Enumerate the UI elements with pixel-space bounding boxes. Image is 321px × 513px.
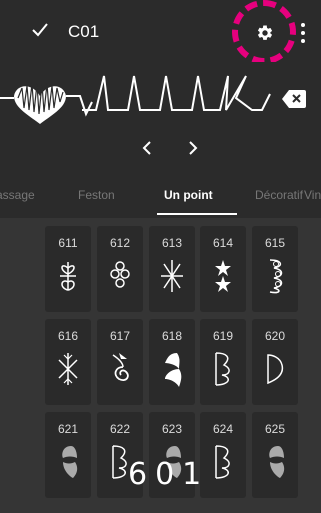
stitch-number: 619	[212, 329, 234, 343]
hearts-faded-icon	[62, 446, 78, 478]
stitch-number: 622	[109, 422, 131, 436]
category-tabs: assage Feston Un point Décoratif Vin	[0, 170, 321, 218]
stitch-number: 616	[57, 329, 79, 343]
stitch-number: 611	[58, 236, 78, 250]
chevron-right-icon[interactable]	[182, 138, 202, 158]
leaf-flower-icon	[60, 262, 76, 291]
more-vert-icon[interactable]	[300, 22, 306, 44]
snowflake-icon	[58, 353, 78, 385]
spiral-icon	[112, 353, 129, 381]
stitch-tile[interactable]: 620	[252, 319, 298, 405]
tab-feston[interactable]: Feston	[78, 188, 115, 202]
stitch-tile[interactable]: 617	[97, 319, 143, 405]
stitch-tile[interactable]: 615	[252, 226, 298, 312]
active-tab-indicator	[157, 213, 237, 215]
stitch-tile[interactable]: 618	[149, 319, 195, 405]
tab-passage[interactable]: assage	[0, 188, 35, 202]
top-app-bar: C01	[0, 0, 321, 64]
clusters-icon	[269, 259, 283, 294]
stitch-number: 613	[161, 236, 183, 250]
page-title: C01	[68, 22, 100, 41]
leaf-outline-icon	[267, 354, 284, 385]
stitch-tile[interactable]: 621	[45, 412, 91, 498]
stitch-tile[interactable]: 613	[149, 226, 195, 312]
tab-vin[interactable]: Vin	[304, 188, 321, 202]
stitch-number: 614	[212, 236, 234, 250]
stitch-number: 612	[109, 236, 131, 250]
stitch-tile[interactable]: 611	[45, 226, 91, 312]
hearts-icon	[165, 353, 182, 387]
stitch-number: 625	[264, 422, 286, 436]
stitch-number: 621	[57, 422, 79, 436]
stitch-tile[interactable]: 625	[252, 412, 298, 498]
stitch-number: 615	[264, 236, 286, 250]
heart-outline-icon	[215, 445, 230, 479]
backspace-icon[interactable]	[282, 90, 306, 108]
chevron-left-icon[interactable]	[138, 138, 158, 158]
tab-un-point[interactable]: Un point	[164, 188, 213, 202]
stitch-tile[interactable]: 614	[200, 226, 246, 312]
stitch-tile[interactable]: 612	[97, 226, 143, 312]
stitch-number: 623	[161, 422, 183, 436]
stars-icon	[215, 260, 231, 292]
stitch-preview	[0, 62, 321, 170]
check-icon[interactable]	[30, 20, 50, 40]
heart-outline-icon	[215, 352, 230, 386]
stitch-tile[interactable]: 616	[45, 319, 91, 405]
stitch-preview-drawing	[0, 75, 271, 124]
chain-flower-icon	[110, 261, 130, 288]
stitch-number: 617	[109, 329, 131, 343]
stitch-tile[interactable]: 619	[200, 319, 246, 405]
hearts-faded-icon	[269, 446, 285, 478]
gear-icon[interactable]	[256, 24, 274, 42]
stitch-number: 618	[161, 329, 183, 343]
tab-decoratif[interactable]: Décoratif	[255, 188, 303, 202]
starburst-icon	[161, 260, 183, 292]
stitch-number: 620	[264, 329, 286, 343]
selection-code: 601	[128, 457, 210, 492]
stitch-number: 624	[212, 422, 234, 436]
